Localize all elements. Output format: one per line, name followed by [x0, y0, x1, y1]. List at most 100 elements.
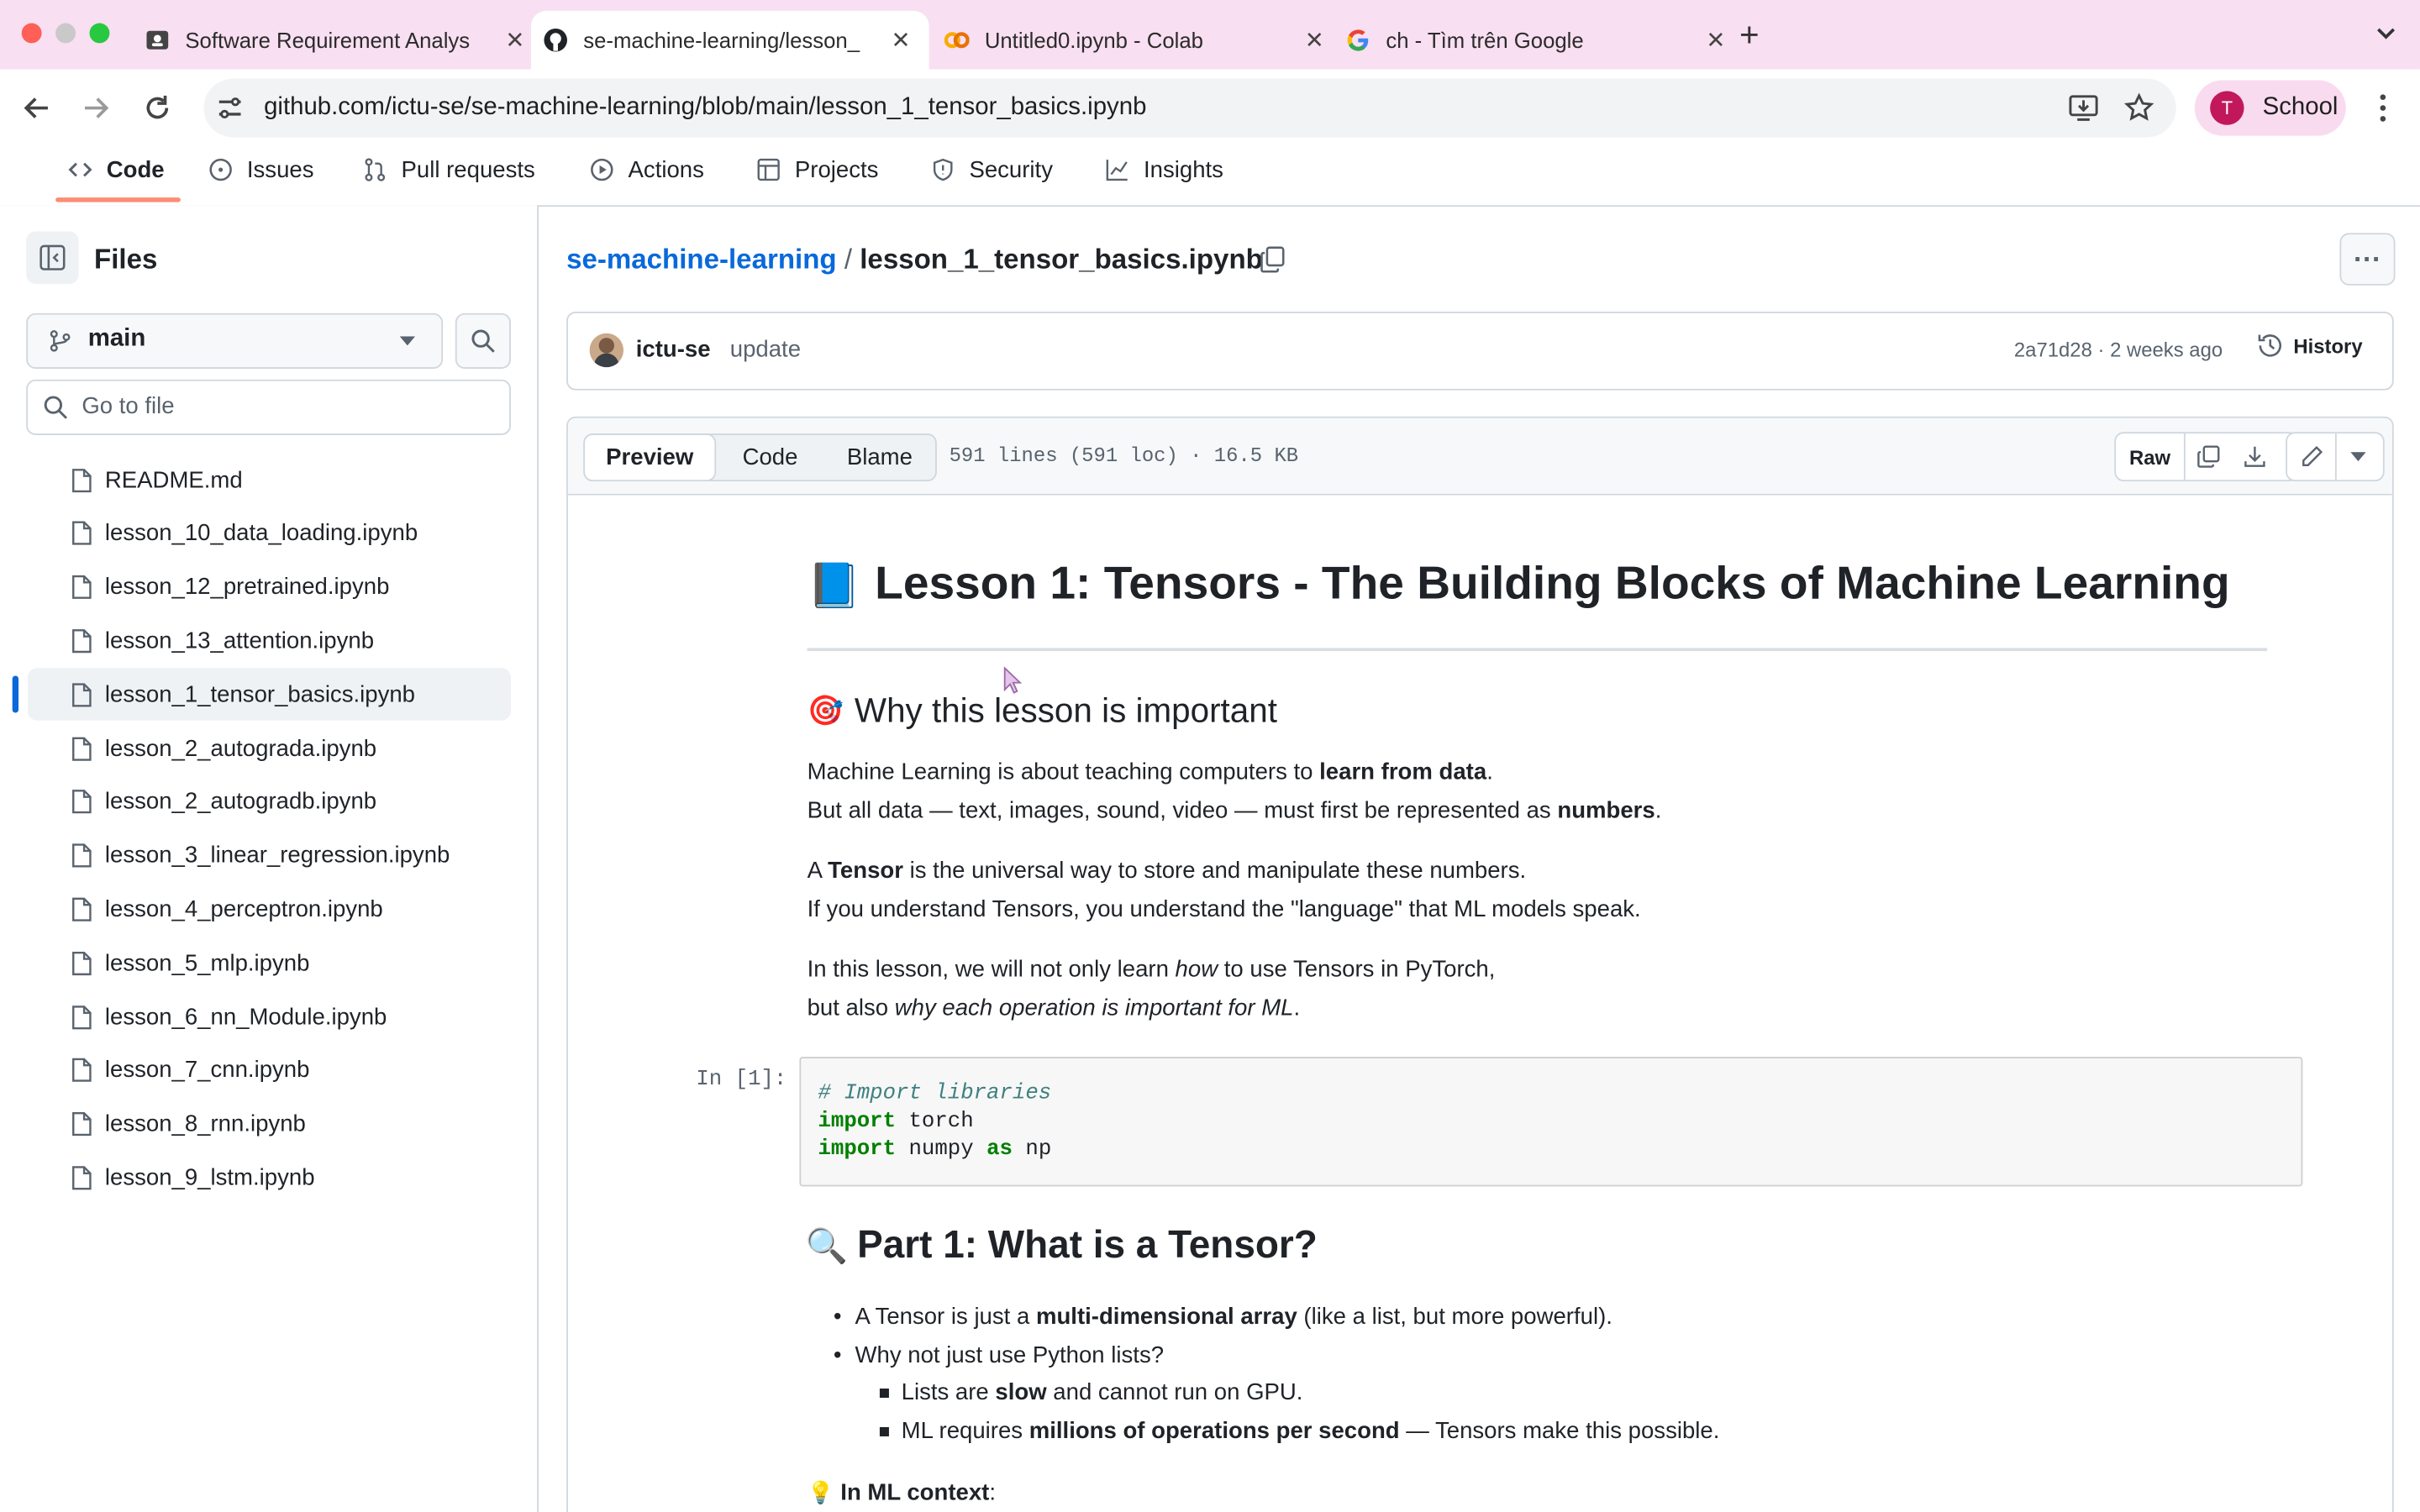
- close-tab-icon[interactable]: ✕: [505, 26, 524, 54]
- forward-icon[interactable]: [81, 94, 112, 122]
- browser-menu-icon[interactable]: [2377, 92, 2390, 123]
- sidebar-file-item[interactable]: lesson_3_linear_regression.ipynb: [28, 829, 511, 881]
- browser-tab-2-active[interactable]: se-machine-learning/lesson_ ✕: [530, 10, 929, 70]
- bookmark-star-icon[interactable]: [2123, 92, 2154, 123]
- collapse-sidebar-button[interactable]: [26, 231, 79, 284]
- repo-tab-actions[interactable]: Actions: [590, 150, 704, 190]
- sidebar-file-item[interactable]: lesson_6_nn_Module.ipynb: [28, 990, 511, 1042]
- shield-icon: [933, 158, 953, 181]
- new-tab-button[interactable]: +: [1739, 15, 1760, 55]
- go-to-file-placeholder: Go to file: [82, 393, 175, 420]
- browser-tab-3[interactable]: Untitled0.ipynb - Colab ✕: [926, 11, 1343, 70]
- reload-icon[interactable]: [142, 92, 173, 123]
- code-comment: # Import libraries: [818, 1081, 1052, 1106]
- caret-down-icon[interactable]: [2350, 452, 2366, 462]
- file-name: lesson_2_autogradb.ipynb: [104, 789, 377, 816]
- tab-blame[interactable]: Blame: [826, 435, 934, 480]
- bold-text: multi-dimensional array: [1035, 1304, 1297, 1331]
- branch-name: main: [87, 325, 146, 352]
- sidebar-file-item[interactable]: README.md: [28, 454, 511, 506]
- repo-tab-code[interactable]: Code: [68, 150, 165, 190]
- pencil-icon[interactable]: [2300, 444, 2324, 469]
- close-tab-icon[interactable]: ✕: [892, 26, 911, 54]
- text: :: [989, 1479, 997, 1506]
- repo-tab-insights[interactable]: Insights: [1105, 150, 1223, 190]
- browser-tab-bar: Software Requirement Analys ✕ se-machine…: [0, 0, 2420, 70]
- close-tab-icon[interactable]: ✕: [1305, 26, 1324, 54]
- go-to-file-input[interactable]: Go to file: [26, 379, 511, 435]
- sidebar-file-item[interactable]: lesson_9_lstm.ipynb: [28, 1152, 511, 1204]
- sidebar-file-item[interactable]: lesson_4_perceptron.ipynb: [28, 883, 511, 935]
- back-icon[interactable]: [22, 94, 53, 122]
- sidebar-file-item[interactable]: lesson_7_cnn.ipynb: [28, 1044, 511, 1096]
- tab-preview[interactable]: Preview: [583, 433, 717, 482]
- sidebar-file-item[interactable]: lesson_5_mlp.ipynb: [28, 937, 511, 989]
- commit-message[interactable]: update: [730, 336, 801, 362]
- code-text: numpy: [896, 1137, 987, 1163]
- list-item: ML requires millions of operations per s…: [834, 1412, 1719, 1450]
- italic-text: how: [1175, 956, 1218, 983]
- browser-tab-1[interactable]: Software Requirement Analys ✕: [127, 11, 544, 70]
- maximize-window-button[interactable]: [89, 23, 110, 44]
- active-tab-underline: [55, 197, 181, 202]
- breadcrumb-separator: /: [844, 244, 853, 275]
- download-icon[interactable]: [2243, 444, 2267, 469]
- install-app-icon[interactable]: [2068, 94, 2099, 122]
- bold-text: learn from data: [1319, 759, 1487, 785]
- sidebar-file-item[interactable]: lesson_8_rnn.ipynb: [28, 1098, 511, 1150]
- sidebar-file-item[interactable]: lesson_2_autograda.ipynb: [28, 722, 511, 774]
- breadcrumb-repo-link[interactable]: se-machine-learning: [566, 244, 837, 275]
- text: but also: [807, 994, 895, 1021]
- repo-tab-projects[interactable]: Projects: [756, 150, 878, 190]
- tab-code[interactable]: Code: [714, 435, 825, 480]
- mouse-cursor-icon: [1003, 666, 1022, 694]
- file-icon: [72, 897, 92, 921]
- search-icon: [44, 396, 68, 419]
- list-item: • A Tensor is just a multi-dimensional ar…: [833, 1304, 1612, 1331]
- sidebar-file-item[interactable]: lesson_1_tensor_basics.ipynb: [12, 668, 511, 722]
- tab-title: Software Requirement Analys: [185, 28, 471, 53]
- commit-meta[interactable]: 2a71d28 · 2 weeks ago: [2014, 338, 2223, 361]
- repo-tab-pull-requests[interactable]: Pull requests: [363, 150, 535, 190]
- tab-search-chevron-icon[interactable]: [2374, 24, 2398, 43]
- file-icon: [72, 1112, 92, 1137]
- text: In this lesson, we will not only learn: [807, 956, 1176, 983]
- text: ML requires: [901, 1417, 1029, 1444]
- sidebar-file-item[interactable]: lesson_13_attention.ipynb: [28, 615, 511, 667]
- branch-select[interactable]: main: [26, 312, 444, 369]
- sidebar-file-item[interactable]: lesson_12_pretrained.ipynb: [28, 561, 511, 613]
- copy-path-icon[interactable]: [1260, 245, 1286, 273]
- browser-tab-4[interactable]: ch - Tìm trên Google ✕: [1328, 11, 1744, 70]
- file-viewer-header: Preview Code Blame 591 lines (591 loc) ·…: [567, 417, 2392, 496]
- latest-commit-box: ictu-se update 2a71d28 · 2 weeks ago His…: [566, 312, 2394, 391]
- file-name: lesson_2_autograda.ipynb: [104, 735, 377, 762]
- repo-tab-issues[interactable]: Issues: [208, 150, 314, 190]
- more-options-button[interactable]: ···: [2339, 233, 2396, 286]
- target-icon: 🎯: [807, 696, 844, 728]
- sidebar-file-item[interactable]: lesson_2_autogradb.ipynb: [28, 775, 511, 827]
- copy-icon[interactable]: [2196, 444, 2221, 469]
- lightbulb-icon: 💡: [807, 1479, 834, 1504]
- site-settings-icon[interactable]: [216, 96, 244, 120]
- file-name: lesson_12_pretrained.ipynb: [104, 574, 390, 601]
- address-bar[interactable]: github.com/ictu-se/se-machine-learning/b…: [203, 78, 2176, 138]
- tab-title: se-machine-learning/lesson_: [583, 28, 860, 53]
- file-icon: [72, 575, 92, 600]
- raw-button[interactable]: Raw: [2116, 433, 2186, 480]
- avatar[interactable]: [589, 333, 624, 368]
- commit-author[interactable]: ictu-se: [636, 336, 711, 362]
- history-button[interactable]: History: [2256, 332, 2363, 360]
- minimize-window-button[interactable]: [55, 23, 76, 44]
- file-name: lesson_13_attention.ipynb: [104, 627, 375, 654]
- close-window-button[interactable]: [21, 23, 42, 44]
- file-tree-sidebar: Files main Go to file README.md lesson_10…: [0, 205, 539, 1512]
- search-files-button[interactable]: [455, 312, 511, 369]
- close-tab-icon[interactable]: ✕: [1706, 26, 1725, 54]
- url-text: github.com/ictu-se/se-machine-learning/b…: [264, 94, 1147, 121]
- file-icon: [72, 468, 92, 492]
- profile-button[interactable]: T School: [2194, 80, 2346, 136]
- sidebar-file-item[interactable]: lesson_10_data_loading.ipynb: [28, 507, 511, 559]
- paragraph-ml-context: 💡 In ML context:: [808, 1473, 996, 1512]
- play-icon: [591, 158, 613, 181]
- repo-tab-security[interactable]: Security: [931, 150, 1053, 190]
